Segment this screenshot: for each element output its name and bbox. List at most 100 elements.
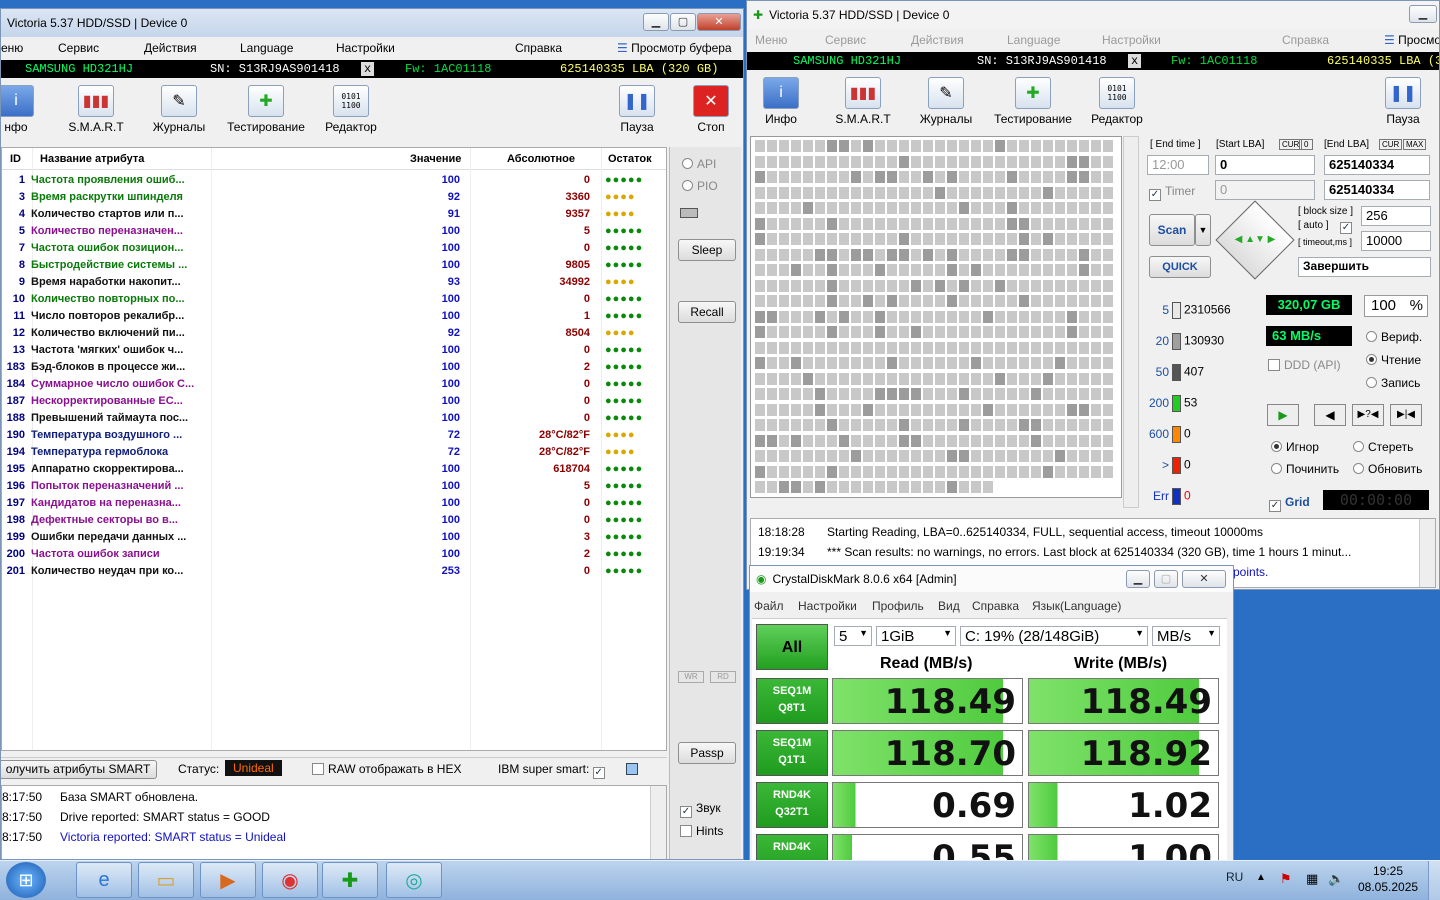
size-select[interactable]: 1GiB ▼ [876,626,956,646]
ignore-radio[interactable]: Игнор [1271,440,1319,454]
minimize-button[interactable]: ▁ [1126,570,1150,588]
all-button[interactable]: All [756,624,828,670]
menu-language[interactable]: Language [1007,33,1060,47]
skip-button[interactable]: ▶?◀ [1352,404,1384,426]
zero-button[interactable]: 0 [1299,139,1314,150]
toolbar-info[interactable]: i нфо [1,85,56,134]
repair-radio[interactable]: Починить [1271,462,1339,476]
menu-actions[interactable]: Действия [911,33,964,47]
ibm-super-smart[interactable]: IBM super smart: ✓ [498,762,609,779]
tray-flag-icon[interactable]: ⚑ [1280,871,1292,887]
ie-taskbar-icon[interactable]: e [76,862,132,898]
table-row[interactable]: 199 Ошибки передачи данных ... 100 3 ●●●●● [2,528,663,545]
table-row[interactable]: 197 Кандидатов на переназна... 100 0 ●●●●● [2,494,663,511]
log-scrollbar[interactable] [650,786,666,859]
tray-arrow-icon[interactable]: ▲ [1256,872,1266,883]
language-indicator[interactable]: RU [1226,870,1243,884]
end-lba-field[interactable]: 625140334 [1324,155,1430,175]
info-close[interactable]: x [1128,54,1142,68]
menu-view[interactable]: Вид [938,599,960,613]
max-button[interactable]: MAX [1403,139,1427,150]
menu-file[interactable]: Файл [754,599,784,613]
table-row[interactable]: 195 Аппаратно скорректирова... 100 618704 ●●… [2,460,663,477]
title-bar[interactable]: Victoria 5.37 HDD/SSD | Device 0 [1,9,743,37]
menu-language[interactable]: Language [240,41,293,55]
table-row[interactable]: 201 Количество неудач при ко... 253 0 ●●●●● [2,562,663,579]
col-id[interactable]: ID [10,153,21,165]
sound-checkbox[interactable]: ✓ Звук [680,801,721,818]
timeout-select[interactable]: 10000 [1361,231,1431,251]
drive-select[interactable]: C: 19% (28/148GiB) ▼ [960,626,1148,646]
grid-checkbox[interactable]: ✓ Grid [1269,495,1310,512]
quick-button[interactable]: QUICK [1149,256,1211,278]
timer-checkbox[interactable]: ✓ Timer [1149,184,1195,201]
clock[interactable]: 19:25 08.05.2025 [1358,864,1418,894]
table-row[interactable]: 10 Количество повторных по... 100 0 ●●●●● [2,290,663,307]
end-button[interactable]: ▶|◀ [1390,404,1422,426]
toolbar-test[interactable]: ✚ Тестирование [993,77,1073,126]
recall-button[interactable]: Recall [678,301,736,323]
log-scrollbar[interactable] [1419,519,1435,587]
col-value[interactable]: Значение [410,153,461,165]
table-row[interactable]: 198 Дефектные секторы во в... 100 0 ●●●●● [2,511,663,528]
table-row[interactable]: 5 Количество переназначен... 100 5 ●●●●● [2,222,663,239]
erase-radio[interactable]: Стереть [1353,440,1413,454]
toolbar-smart[interactable]: ▮▮▮ S.M.A.R.T [56,85,136,134]
table-row[interactable]: 183 Бэд-блоков в процессе жи... 100 2 ●●●●● [2,358,663,375]
toolbar-pause[interactable]: ❚❚ Пауза [597,85,677,134]
timer-field[interactable]: 0 [1215,180,1315,200]
end-time-field[interactable]: 12:00 [1147,155,1209,175]
menu-language[interactable]: Язык(Language) [1032,599,1121,613]
toolbar-info[interactable]: i Инфо [747,77,821,126]
menu-help[interactable]: Справка [515,41,562,55]
read-radio[interactable]: Чтение [1366,353,1421,367]
table-row[interactable]: 8 Быстродействие системы ... 100 9805 ●●●●● [2,256,663,273]
toolbar-editor[interactable]: 0101 1100 Редактор [311,85,391,134]
show-desktop-button[interactable] [1428,861,1440,900]
scan-button[interactable]: Scan [1149,214,1195,246]
start-lba-field[interactable]: 0 [1215,155,1315,175]
table-row[interactable]: 200 Частота ошибок записи 100 2 ●●●●● [2,545,663,562]
toolbar-pause[interactable]: ❚❚ Пауза [1363,77,1439,126]
table-row[interactable]: 190 Температура воздушного ... 72 28°C/82°F… [2,426,663,443]
table-row[interactable]: 12 Количество включений пи... 92 8504 ●●●● [2,324,663,341]
table-row[interactable]: 188 Превышений таймаута пос... 100 0 ●●●●● [2,409,663,426]
minimize-button[interactable]: ▁ [1409,5,1437,23]
unit-select[interactable]: MB/s ▼ [1152,626,1220,646]
menu-profile[interactable]: Профиль [872,599,924,613]
minimize-button[interactable]: ▁ [643,13,669,31]
menu-settings[interactable]: Настройки [1102,33,1161,47]
blockmap-scrollbar[interactable] [1123,136,1139,508]
title-bar[interactable]: ✚ Victoria 5.37 HDD/SSD | Device 0 [747,1,1439,29]
block-size-select[interactable]: 256 [1361,206,1431,226]
close-button[interactable]: ✕ [697,13,741,31]
get-smart-button[interactable]: олучить атрибуты SMART [1,760,157,779]
passp-button[interactable]: Passp [678,742,736,764]
menu-service[interactable]: Сервис [825,33,866,47]
col-absolute[interactable]: Абсолютное [507,153,575,165]
finish-action-select[interactable]: Завершить [1298,257,1431,277]
table-row[interactable]: 13 Частота 'мягких' ошибок ч... 100 0 ●●●●● [2,341,663,358]
table-row[interactable]: 194 Температура гермоблока 72 28°C/82°F ●●●● [2,443,663,460]
menu-settings[interactable]: Настройки [336,41,395,55]
menu-help[interactable]: Справка [1282,33,1329,47]
menu-service[interactable]: Сервис [58,41,99,55]
toolbar-test[interactable]: ✚ Тестирование [226,85,306,134]
verify-radio[interactable]: Вериф. [1366,330,1422,344]
crystaldiskmark-taskbar-icon[interactable]: ◎ [386,862,442,898]
menu-file[interactable]: еню [1,41,23,55]
end-lba-current[interactable]: 625140334 [1324,180,1430,200]
toolbar-logs[interactable]: ✎ Журналы [906,77,986,126]
scan-dropdown[interactable]: ▼ [1195,214,1211,246]
toolbar-editor[interactable]: 0101 1100 Редактор [1077,77,1157,126]
start-button[interactable]: ⊞ [6,862,46,898]
menu-help[interactable]: Справка [972,599,1019,613]
toolbar-smart[interactable]: ▮▮▮ S.M.A.R.T [823,77,903,126]
col-name[interactable]: Название атрибута [40,153,144,165]
test-button[interactable]: RND4K Q32T1 [756,782,828,828]
info-close[interactable]: x [361,62,375,76]
test-button[interactable]: SEQ1M Q1T1 [756,730,828,776]
menu-file[interactable]: Меню [755,33,787,47]
menu-actions[interactable]: Действия [144,41,197,55]
ddd-checkbox[interactable]: DDD (API) [1268,358,1341,372]
